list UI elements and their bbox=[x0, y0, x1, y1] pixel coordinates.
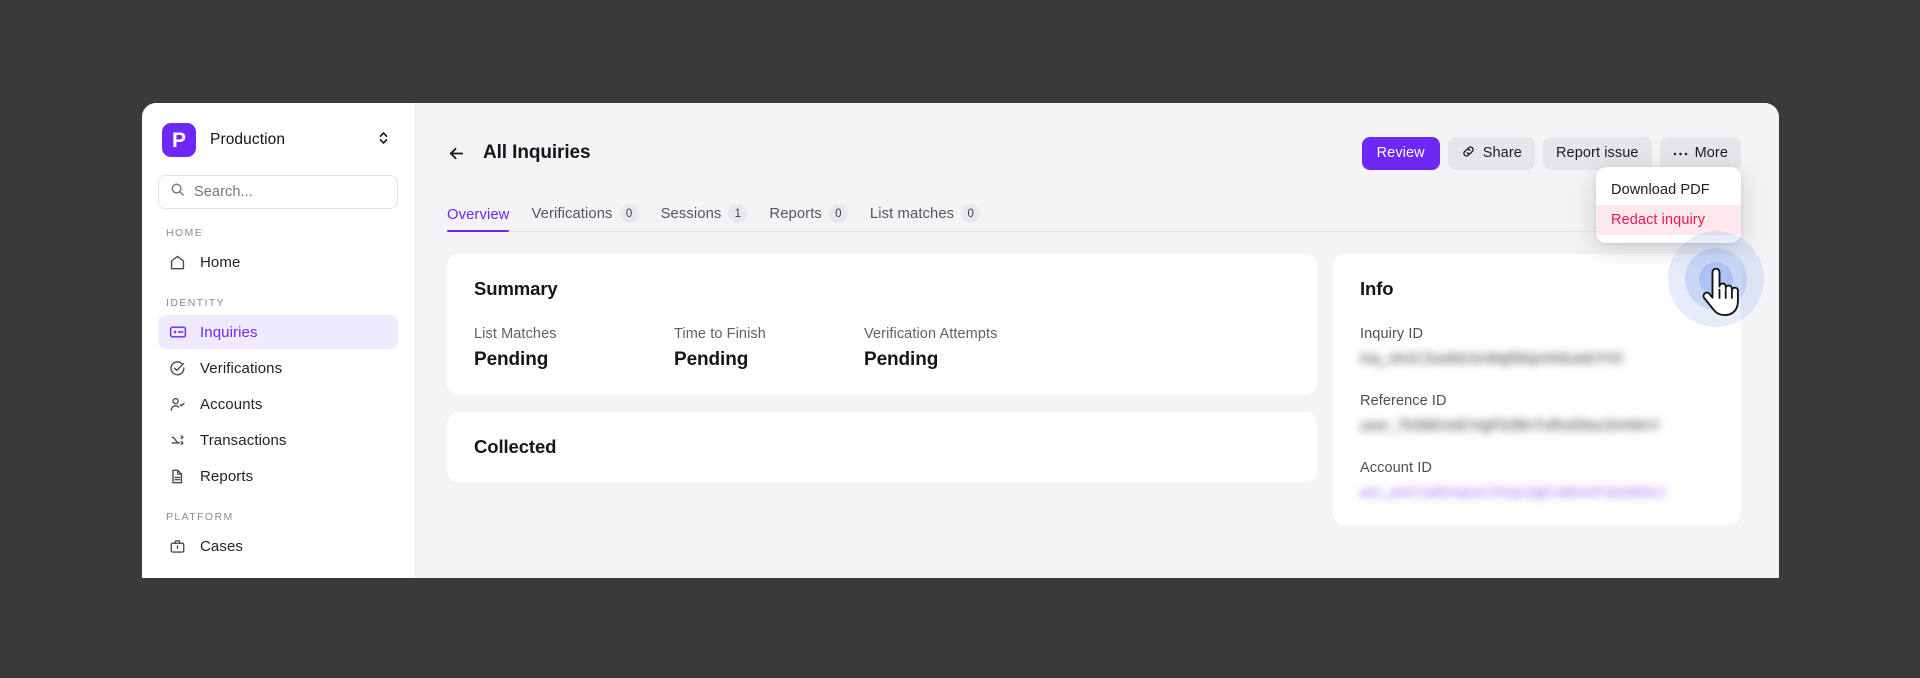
sidebar-item-label: Reports bbox=[200, 467, 254, 485]
review-button-label: Review bbox=[1376, 145, 1425, 161]
persona-logo-icon: P bbox=[162, 123, 196, 157]
more-dropdown-menu: Download PDF Redact inquiry bbox=[1596, 167, 1741, 243]
sidebar-item-home[interactable]: Home bbox=[158, 245, 398, 279]
sidebar-item-accounts[interactable]: Accounts bbox=[158, 387, 398, 421]
info-value[interactable]: inq_xKeC3ueMzSnWgfWqmN9uwbYH2 bbox=[1360, 351, 1714, 367]
tab-reports[interactable]: Reports 0 bbox=[769, 204, 848, 231]
report-issue-button[interactable]: Report issue bbox=[1542, 136, 1652, 170]
info-label: Inquiry ID bbox=[1360, 326, 1424, 342]
sidebar: P Production Search... HOME Home IDENTIT… bbox=[142, 103, 414, 578]
search-placeholder: Search... bbox=[194, 184, 253, 200]
page-header: All Inquiries Review Share Report issue … bbox=[414, 103, 1779, 173]
content-area: Summary List Matches Pending Time to Fin… bbox=[414, 232, 1779, 578]
tab-label: Reports bbox=[769, 205, 822, 222]
tab-overview[interactable]: Overview bbox=[447, 207, 510, 232]
sidebar-item-reports[interactable]: Reports bbox=[158, 459, 398, 493]
tab-verifications[interactable]: Verifications 0 bbox=[531, 204, 639, 231]
stat-list-matches: List Matches Pending bbox=[474, 326, 674, 371]
sidebar-item-label: Cases bbox=[200, 537, 244, 555]
menu-item-redact-inquiry[interactable]: Redact inquiry bbox=[1596, 205, 1741, 235]
link-icon bbox=[1461, 144, 1476, 163]
stat-label: Verification Attempts bbox=[864, 326, 998, 342]
collected-title: Collected bbox=[474, 436, 557, 457]
tab-label: List matches bbox=[869, 205, 955, 222]
sidebar-item-label: Home bbox=[200, 253, 241, 271]
info-label: Account ID bbox=[1360, 460, 1432, 476]
tab-badge: 0 bbox=[961, 204, 981, 223]
sidebar-item-label: Inquiries bbox=[200, 323, 258, 341]
report-issue-button-label: Report issue bbox=[1555, 145, 1639, 161]
summary-stats: List Matches Pending Time to Finish Pend… bbox=[474, 326, 1290, 371]
stat-value: Pending bbox=[674, 349, 749, 370]
info-field-account-id: Account ID act_umC1wbVqsuC3VqcSgFuWmvFvb… bbox=[1360, 460, 1714, 501]
info-value-link[interactable]: act_umC1wbVqsuC3VqcSgFuWmvFvbmkDnJ bbox=[1360, 485, 1714, 501]
nav-section-identity: IDENTITY bbox=[166, 297, 226, 309]
more-button-label: More bbox=[1694, 145, 1728, 161]
review-button[interactable]: Review bbox=[1361, 136, 1440, 170]
main-content: All Inquiries Review Share Report issue … bbox=[414, 103, 1779, 578]
header-actions: Review Share Report issue More bbox=[1361, 136, 1741, 170]
stat-value: Pending bbox=[864, 349, 939, 370]
ellipsis-icon bbox=[1673, 145, 1688, 161]
info-card: Info Inquiry ID inq_xKeC3ueMzSnWgfWqmN9u… bbox=[1333, 254, 1741, 525]
sidebar-item-label: Accounts bbox=[200, 395, 263, 413]
home-icon bbox=[168, 253, 187, 272]
sidebar-item-label: Transactions bbox=[200, 431, 287, 449]
search-input[interactable]: Search... bbox=[158, 175, 398, 209]
nav-section-platform: PLATFORM bbox=[166, 511, 234, 523]
nav-section-home: HOME bbox=[166, 227, 204, 239]
tab-label: Overview bbox=[447, 207, 510, 223]
tab-label: Verifications bbox=[531, 205, 613, 222]
document-icon bbox=[168, 467, 187, 486]
tab-badge: 0 bbox=[828, 204, 848, 223]
check-circle-icon bbox=[168, 359, 187, 378]
stat-time-to-finish: Time to Finish Pending bbox=[674, 326, 864, 371]
sidebar-item-inquiries[interactable]: Inquiries bbox=[158, 315, 398, 349]
tab-bar: Overview Verifications 0 Sessions 1 Repo… bbox=[447, 199, 1741, 232]
right-column: Info Inquiry ID inq_xKeC3ueMzSnWgfWqmN9u… bbox=[1333, 254, 1741, 578]
info-field-reference-id: Reference ID user_7b3bEmdCHgFb2BnTufhsDb… bbox=[1360, 393, 1714, 434]
user-check-icon bbox=[168, 395, 187, 414]
environment-name: Production bbox=[210, 131, 286, 148]
tab-label: Sessions bbox=[660, 205, 722, 222]
arrow-transfer-icon bbox=[168, 431, 187, 450]
stat-label: List Matches bbox=[474, 326, 557, 342]
info-title: Info bbox=[1360, 278, 1394, 299]
sidebar-item-cases[interactable]: Cases bbox=[158, 529, 398, 563]
sidebar-item-transactions[interactable]: Transactions bbox=[158, 423, 398, 457]
more-button[interactable]: More bbox=[1659, 136, 1741, 170]
id-card-icon bbox=[168, 323, 187, 342]
stat-label: Time to Finish bbox=[674, 326, 766, 342]
left-column: Summary List Matches Pending Time to Fin… bbox=[447, 254, 1317, 578]
stat-value: Pending bbox=[474, 349, 549, 370]
arrow-left-icon[interactable] bbox=[447, 144, 466, 163]
info-value[interactable]: user_7b3bEmdCHgFb2BnTufhsDbwJ2mWnY bbox=[1360, 418, 1714, 434]
summary-title: Summary bbox=[474, 278, 558, 299]
search-icon bbox=[170, 182, 185, 202]
sidebar-item-label: Verifications bbox=[200, 359, 283, 377]
share-button[interactable]: Share bbox=[1447, 136, 1535, 170]
environment-selector[interactable]: P Production bbox=[158, 119, 398, 161]
summary-card: Summary List Matches Pending Time to Fin… bbox=[447, 254, 1317, 395]
stat-verification-attempts: Verification Attempts Pending bbox=[864, 326, 997, 371]
tab-badge: 0 bbox=[619, 204, 639, 223]
app-window: P Production Search... HOME Home IDENTIT… bbox=[142, 103, 1779, 578]
page-title: All Inquiries bbox=[483, 142, 591, 163]
tab-sessions[interactable]: Sessions 1 bbox=[661, 204, 748, 231]
briefcase-icon bbox=[168, 537, 187, 556]
info-label: Reference ID bbox=[1360, 393, 1447, 409]
info-field-inquiry-id: Inquiry ID inq_xKeC3ueMzSnWgfWqmN9uwbYH2 bbox=[1360, 326, 1714, 367]
collected-card: Collected bbox=[447, 412, 1317, 482]
tab-list-matches[interactable]: List matches 0 bbox=[869, 204, 981, 231]
menu-item-download-pdf[interactable]: Download PDF bbox=[1596, 175, 1741, 205]
tab-badge: 1 bbox=[728, 204, 748, 223]
chevron-up-down-icon bbox=[377, 130, 392, 151]
share-button-label: Share bbox=[1482, 145, 1522, 161]
breadcrumb[interactable]: All Inquiries bbox=[447, 142, 591, 164]
sidebar-item-verifications[interactable]: Verifications bbox=[158, 351, 398, 385]
